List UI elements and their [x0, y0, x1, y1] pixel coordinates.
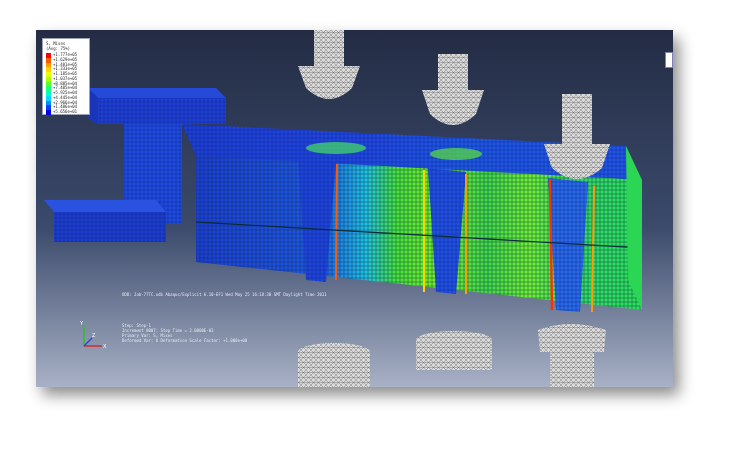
legend-color-bar	[46, 53, 51, 115]
step-info: Step: Step-1 Increment 8007: Step Time =…	[122, 323, 247, 343]
viewport-corner-tab[interactable]	[665, 52, 673, 68]
odb-info-line: ODB: Job-77TC.odb Abaqus/Explicit 6.10-E…	[122, 292, 327, 297]
upper-roller-middle	[422, 54, 484, 125]
legend-tick-labels: +1.777e+05 +1.629e+05 +1.481e+05 +1.333e+05…	[53, 52, 77, 114]
stress-legend: S, Mises (Avg: 75%) +1.777e+05 +1.629e+05…	[42, 38, 90, 115]
beam-front-face	[195, 156, 643, 313]
lower-support-middle	[416, 331, 492, 370]
legend-tick-label: +1.629e+05	[53, 56, 78, 62]
triad-z-label: Z	[92, 333, 96, 339]
deformed-var-line: Deformed Var: U Deformation Scale Factor…	[122, 338, 248, 343]
lower-support-left	[298, 343, 370, 387]
legend-tick-label: +5.656e+01	[53, 109, 78, 114]
legend-tick-label: +4.445e+04	[53, 94, 78, 100]
legend-tick-label: +1.037e+05	[53, 75, 78, 81]
legend-color-swatch	[46, 110, 51, 115]
axis-triad-icon: Y X Z	[79, 321, 107, 350]
viewport[interactable]: S, Mises (Avg: 75%) +1.777e+05 +1.629e+05…	[36, 30, 673, 387]
triad-x-label: X	[103, 344, 107, 350]
lower-support-right	[538, 324, 606, 387]
legend-title: S, Mises (Avg: 75%)	[46, 41, 71, 51]
upper-roller-right	[544, 94, 610, 179]
upper-roller-left	[298, 30, 360, 99]
